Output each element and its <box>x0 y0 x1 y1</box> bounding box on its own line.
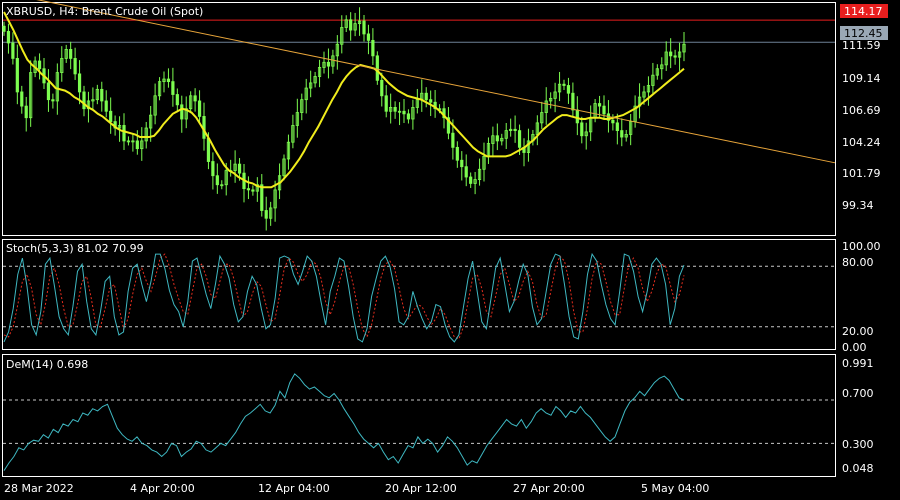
candle-body <box>237 163 242 174</box>
candle-body <box>77 73 82 93</box>
candle-body <box>669 51 673 57</box>
candle-body <box>384 95 388 112</box>
candle-body <box>571 92 575 111</box>
candle-body <box>135 140 139 150</box>
candle-body <box>464 166 468 178</box>
candle-body <box>51 99 55 102</box>
candle-body <box>597 103 602 107</box>
dem-indicator-title: DeM(14) 0.698 <box>6 358 88 371</box>
x-axis-label: 28 Mar 2022 <box>4 482 74 495</box>
candle-body <box>517 130 522 148</box>
price-y-tick: 106.69 <box>842 104 881 117</box>
candle-body <box>171 81 175 95</box>
candle-body <box>366 33 371 41</box>
candle-body <box>562 83 566 86</box>
candle-body <box>380 79 384 97</box>
price-y-tick: 99.34 <box>842 199 874 212</box>
candle-body <box>455 146 459 161</box>
dem-y-tick: 0.048 <box>842 462 874 475</box>
candle-body <box>6 30 11 44</box>
x-axis-label: 4 Apr 20:00 <box>130 482 195 495</box>
candle-body <box>566 85 571 94</box>
candle-body <box>402 110 406 115</box>
candle-body <box>424 92 428 101</box>
price-series-layer <box>2 0 836 231</box>
stoch-series-layer <box>3 252 835 343</box>
candle-body <box>326 61 331 67</box>
candle-body <box>246 188 251 191</box>
candle-body <box>615 122 619 132</box>
price-tag-current: 112.45 <box>844 27 883 40</box>
candle-body <box>371 39 375 57</box>
candle-body <box>362 20 366 35</box>
stoch-y-tick: 100.00 <box>842 240 881 253</box>
candle-body <box>495 135 499 142</box>
candle-body <box>175 94 179 106</box>
price-y-tick: 101.79 <box>842 167 881 180</box>
candle-body <box>104 100 108 112</box>
candle-body <box>109 110 113 122</box>
stoch-indicator-title: Stoch(5,3,3) 81.02 70.99 <box>6 242 144 255</box>
candle-body <box>575 109 579 124</box>
candle-body <box>82 91 86 110</box>
stoch-y-tick: 20.00 <box>842 325 874 338</box>
dem-y-tick: 0.700 <box>842 387 874 400</box>
candle-body <box>513 128 517 132</box>
trendline <box>36 0 836 164</box>
candle-body <box>37 60 42 70</box>
candle-body <box>211 161 215 177</box>
price-y-tick: 104.24 <box>842 136 881 149</box>
candle-body <box>251 189 255 192</box>
candle-body <box>349 19 353 31</box>
candle-body <box>260 184 264 211</box>
candle-body <box>215 175 219 186</box>
candle-body <box>393 107 397 112</box>
candle-body <box>166 78 171 83</box>
price-chart-title: XBRUSD, H4: Brent Crude Oil (Spot) <box>6 5 203 18</box>
candle-body <box>122 125 126 142</box>
candle-body <box>620 130 624 138</box>
candle-body <box>15 58 19 93</box>
candle-body <box>264 210 268 219</box>
candle-body <box>602 105 606 115</box>
candle-body <box>469 176 473 184</box>
x-axis-label: 20 Apr 12:00 <box>385 482 457 495</box>
x-axis-label: 27 Apr 20:00 <box>513 482 585 495</box>
candle-body <box>611 119 615 124</box>
price-panel-frame <box>2 2 836 236</box>
candle-body <box>406 113 411 120</box>
candle-body <box>69 49 73 59</box>
candle-body <box>429 99 433 103</box>
candle-body <box>20 91 24 107</box>
stoch-signal-line <box>3 253 685 340</box>
candle-body <box>206 137 211 162</box>
chart-canvas: XBRUSD, H4: Brent Crude Oil (Spot) Stoch… <box>2 0 888 495</box>
candle-body <box>673 55 677 58</box>
candle-body <box>100 88 104 102</box>
price-tag-top: 114.17 <box>844 5 883 18</box>
candle-body <box>2 25 6 32</box>
candle-body <box>451 132 455 148</box>
candle-body <box>180 104 184 120</box>
x-axis-label: 12 Apr 04:00 <box>258 482 330 495</box>
candle-body <box>375 55 379 81</box>
dem-y-tick: 0.991 <box>842 357 874 370</box>
candle-body <box>24 105 28 119</box>
price-y-tick: 111.59 <box>842 39 881 52</box>
stoch-y-tick: 80.00 <box>842 256 874 269</box>
dem-series-layer <box>3 373 835 471</box>
candle-body <box>193 95 197 102</box>
dem-panel-frame <box>2 354 836 477</box>
candle-body <box>460 159 464 168</box>
x-axis-label: 5 May 04:00 <box>641 482 709 495</box>
candle-body <box>46 82 51 101</box>
price-y-tick: 109.14 <box>842 72 881 85</box>
candle-body <box>580 122 584 137</box>
candle-body <box>11 42 15 59</box>
dem-y-tick: 0.300 <box>842 438 874 451</box>
candle-body <box>197 100 202 117</box>
dem-line <box>3 373 685 471</box>
candle-body <box>73 58 77 75</box>
stoch-y-tick: 0.00 <box>842 341 867 354</box>
